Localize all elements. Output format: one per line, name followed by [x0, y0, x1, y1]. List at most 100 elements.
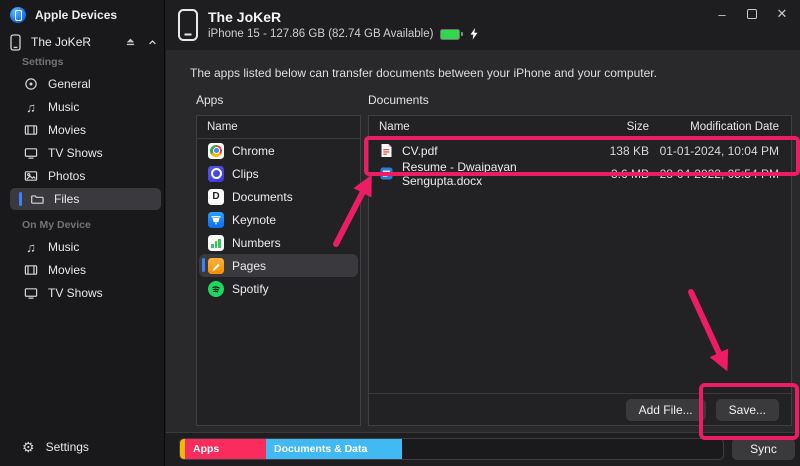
sidebar-item-label: Music — [48, 100, 79, 114]
apps-panel-title: Apps — [196, 93, 223, 107]
chevron-up-icon[interactable] — [147, 37, 158, 48]
storage-capacity-bar: Apps Documents & Data — [179, 438, 724, 460]
storage-segment-documents-data: Documents & Data — [266, 439, 402, 459]
window-controls: – ✕ — [714, 6, 790, 22]
apps-column-header: Name — [197, 116, 360, 139]
chrome-icon — [208, 143, 224, 159]
sync-button[interactable]: Sync — [732, 438, 795, 460]
eject-icon[interactable] — [124, 36, 137, 49]
apps-panel: Name Chrome Clips D Documents Keynote — [196, 115, 361, 426]
word-file-icon — [379, 166, 394, 181]
document-row-resume-docx[interactable]: Resume - Dwaipayan Sengupta.docx 3.6 MB … — [369, 162, 791, 185]
sidebar: Apple Devices The JoKeR Settings General… — [0, 0, 165, 466]
film-icon — [23, 123, 39, 137]
app-label: Documents — [232, 190, 293, 204]
gear-icon: ⚙ — [22, 440, 35, 454]
battery-icon — [440, 29, 463, 40]
app-title-row: Apple Devices — [10, 7, 117, 23]
numbers-icon — [208, 235, 224, 251]
sidebar-item-label: Movies — [48, 263, 86, 277]
pages-icon — [208, 258, 224, 274]
documents-app-icon: D — [208, 189, 224, 205]
app-row-keynote[interactable]: Keynote — [199, 208, 358, 231]
app-row-numbers[interactable]: Numbers — [199, 231, 358, 254]
files-content: The apps listed below can transfer docum… — [166, 50, 800, 432]
sidebar-device-row[interactable]: The JoKeR — [10, 31, 158, 53]
spotify-icon — [208, 281, 224, 297]
selection-accent-bar — [19, 192, 22, 206]
storage-segment-apps: Apps — [185, 439, 266, 459]
app-row-chrome[interactable]: Chrome — [199, 139, 358, 162]
photo-icon — [23, 169, 39, 183]
apps-name-column: Name — [207, 121, 348, 133]
app-row-documents[interactable]: D Documents — [199, 185, 358, 208]
app-label: Clips — [232, 167, 259, 181]
device-name: The JoKeR — [208, 9, 281, 25]
sidebar-item-label: TV Shows — [48, 146, 103, 160]
document-size: 3.6 MB — [569, 167, 649, 181]
sidebar-item-general[interactable]: General — [10, 73, 161, 95]
sidebar-item-omd-music[interactable]: ♫ Music — [10, 236, 161, 258]
sidebar-settings-button[interactable]: ⚙ Settings — [22, 440, 89, 454]
sidebar-item-music[interactable]: ♫ Music — [10, 96, 161, 118]
sidebar-item-omd-movies[interactable]: Movies — [10, 259, 161, 281]
document-modified: 01-01-2024, 10:04 PM — [649, 144, 779, 158]
app-row-spotify[interactable]: Spotify — [199, 277, 358, 300]
sidebar-item-files[interactable]: Files — [10, 188, 161, 210]
iphone-outline-icon — [177, 8, 199, 42]
keynote-icon — [208, 212, 224, 228]
selection-accent-bar — [202, 258, 205, 272]
app-label: Numbers — [232, 236, 281, 250]
minimize-button[interactable]: – — [714, 6, 730, 22]
maximize-button[interactable] — [744, 6, 760, 22]
sidebar-item-omd-tv-shows[interactable]: TV Shows — [10, 282, 161, 304]
app-title: Apple Devices — [35, 8, 117, 22]
save-button[interactable]: Save... — [716, 399, 779, 421]
documents-date-column: Modification Date — [649, 121, 779, 133]
app-row-pages[interactable]: Pages — [199, 254, 358, 277]
app-label: Pages — [232, 259, 266, 273]
apple-devices-app-icon — [10, 7, 26, 23]
add-file-button[interactable]: Add File... — [626, 399, 706, 421]
documents-size-column: Size — [569, 121, 649, 133]
sidebar-item-label: Music — [48, 240, 79, 254]
film-icon — [23, 263, 39, 277]
documents-column-header: Name Size Modification Date — [369, 116, 791, 139]
general-icon — [23, 77, 39, 91]
app-label: Keynote — [232, 213, 276, 227]
iphone-icon — [10, 34, 21, 51]
documents-name-column: Name — [379, 121, 569, 133]
sidebar-item-label: Movies — [48, 123, 86, 137]
sidebar-item-label: Files — [54, 192, 79, 206]
sidebar-item-movies[interactable]: Movies — [10, 119, 161, 141]
document-name: Resume - Dwaipayan Sengupta.docx — [402, 160, 569, 188]
documents-panel: Name Size Modification Date CV.pdf 138 K… — [368, 115, 792, 426]
document-size: 138 KB — [569, 144, 649, 158]
pdf-file-icon — [379, 143, 394, 158]
documents-panel-title: Documents — [368, 93, 429, 107]
music-note-icon: ♫ — [23, 101, 39, 114]
sidebar-section-on-my-device: On My Device — [22, 219, 91, 231]
folder-icon — [29, 192, 45, 206]
app-row-clips[interactable]: Clips — [199, 162, 358, 185]
sidebar-device-name: The JoKeR — [31, 35, 114, 49]
app-label: Spotify — [232, 282, 269, 296]
settings-label: Settings — [46, 440, 89, 454]
device-info-row: iPhone 15 - 127.86 GB (82.74 GB Availabl… — [208, 28, 478, 40]
tv-icon — [23, 286, 39, 300]
apple-devices-window: Apple Devices The JoKeR Settings General… — [0, 0, 800, 466]
sidebar-item-label: Photos — [48, 169, 85, 183]
sidebar-item-photos[interactable]: Photos — [10, 165, 161, 187]
close-button[interactable]: ✕ — [774, 6, 790, 22]
document-modified: 28-04-2022, 05:54 PM — [649, 167, 779, 181]
tv-icon — [23, 146, 39, 160]
music-note-icon: ♫ — [23, 241, 39, 254]
device-info: iPhone 15 - 127.86 GB (82.74 GB Availabl… — [208, 28, 433, 40]
app-label: Chrome — [232, 144, 275, 158]
device-header: The JoKeR iPhone 15 - 127.86 GB (82.74 G… — [166, 0, 800, 50]
sidebar-item-label: TV Shows — [48, 286, 103, 300]
sidebar-item-tv-shows[interactable]: TV Shows — [10, 142, 161, 164]
charging-bolt-icon — [470, 28, 478, 40]
document-name: CV.pdf — [402, 144, 438, 158]
bottom-bar: Apps Documents & Data Sync — [166, 432, 800, 466]
